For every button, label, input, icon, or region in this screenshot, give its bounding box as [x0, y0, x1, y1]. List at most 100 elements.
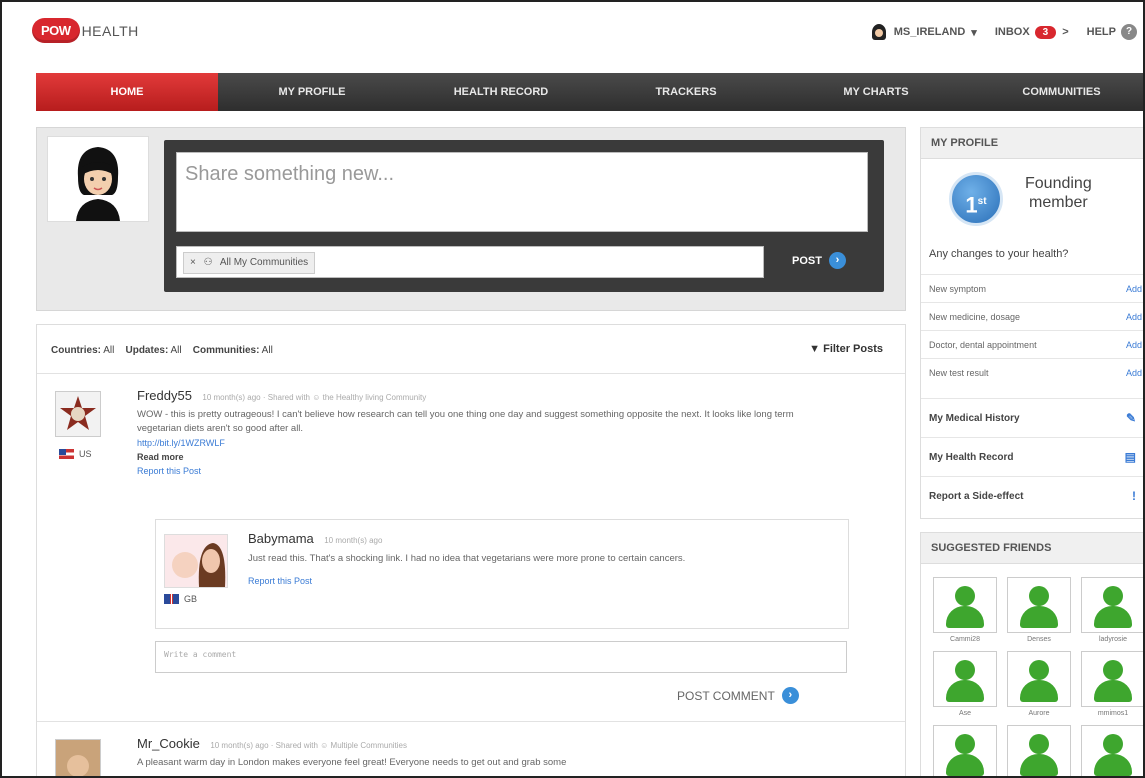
man-photo-icon — [56, 740, 100, 776]
post-author-avatar[interactable] — [55, 739, 101, 776]
updates-filter-label: Updates: — [125, 345, 169, 356]
friend-card[interactable] — [1005, 725, 1073, 776]
friend-card[interactable]: mmimos1 — [1079, 651, 1143, 717]
friend-name: ladyrosie — [1098, 636, 1127, 643]
friend-card[interactable]: Cammi28 — [931, 577, 999, 643]
nav-my-charts[interactable]: MY CHARTS — [776, 73, 976, 111]
row-label: New medicine, dosage — [929, 312, 1021, 322]
arrow-right-icon: › — [781, 687, 799, 704]
nav-my-profile[interactable]: MY PROFILE — [218, 73, 406, 111]
close-icon[interactable]: × — [190, 257, 196, 268]
author-country: US — [59, 449, 92, 459]
nav-trackers[interactable]: TRACKERS — [596, 73, 776, 111]
help-label: HELP — [1086, 26, 1116, 38]
communities-filter-value[interactable]: All — [262, 345, 273, 356]
health-change-row: Doctor, dental appointment Add — [921, 330, 1143, 359]
person-icon — [933, 577, 997, 633]
friend-card[interactable] — [931, 725, 999, 776]
friend-card[interactable]: Ase — [931, 651, 999, 717]
pencil-icon: ✎ — [1125, 411, 1136, 425]
health-change-row: New test result Add — [921, 358, 1143, 387]
arrow-right-icon: › — [828, 252, 846, 269]
post-author-avatar[interactable] — [55, 391, 101, 437]
inbox-label: INBOX — [994, 26, 1030, 38]
avatar — [47, 136, 149, 222]
post-author[interactable]: Freddy55 — [137, 388, 192, 403]
read-more-link[interactable]: Read more — [137, 452, 837, 462]
post-item: Mr_Cookie 10 month(s) ago · Shared with … — [55, 735, 885, 776]
country-code: GB — [184, 594, 198, 604]
reply-meta: 10 month(s) ago — [324, 536, 383, 545]
filter-posts-label: Filter Posts — [823, 343, 883, 355]
person-icon — [1007, 651, 1071, 707]
friend-name: Cammi28 — [950, 636, 980, 643]
divider — [37, 721, 905, 722]
logo-text: HEALTH — [81, 22, 139, 39]
friend-name: mmimos1 — [1097, 710, 1129, 717]
community-chip[interactable]: × ⚇ All My Communities — [183, 252, 316, 274]
friend-card[interactable]: ladyrosie — [1079, 577, 1143, 643]
person-icon — [1007, 577, 1071, 633]
share-input[interactable]: Share something new... — [176, 152, 868, 232]
medal-rank: 1 — [965, 192, 978, 218]
add-link[interactable]: Add — [1126, 331, 1142, 359]
friend-card[interactable]: Aurore — [1005, 651, 1073, 717]
top-header: POW HEALTH MS_IRELAND ▾ INBOX 3 > HELP ? — [2, 2, 1143, 68]
add-link[interactable]: Add — [1126, 303, 1142, 331]
report-side-effect-link[interactable]: Report a Side-effect ! — [921, 476, 1143, 515]
countries-filter-value[interactable]: All — [103, 345, 114, 356]
health-change-row: New symptom Add — [921, 274, 1143, 303]
user-menu[interactable]: MS_IRELAND ▾ — [871, 24, 977, 40]
medical-history-link[interactable]: My Medical History ✎ — [921, 398, 1143, 437]
post-author[interactable]: Mr_Cookie — [137, 736, 200, 751]
post-text: A pleasant warm day in London makes ever… — [137, 757, 567, 768]
inbox-link[interactable]: INBOX 3 > — [994, 25, 1069, 39]
community-icon: ⚇ — [203, 257, 213, 268]
nav-home[interactable]: HOME — [36, 73, 218, 111]
friend-card[interactable] — [1079, 725, 1143, 776]
user-avatar-icon — [871, 24, 886, 40]
post-comment-button[interactable]: POST COMMENT › — [677, 687, 799, 704]
row-label: New test result — [929, 368, 989, 378]
inbox-count-badge: 3 — [1034, 25, 1057, 39]
post-text: WOW - this is pretty outrageous! I can't… — [137, 409, 794, 434]
nav-health-record[interactable]: HEALTH RECORD — [406, 73, 596, 111]
country-code: US — [79, 449, 92, 459]
avatar[interactable] — [164, 534, 228, 588]
add-link[interactable]: Add — [1126, 359, 1142, 387]
post-label: POST — [792, 254, 822, 267]
help-link[interactable]: HELP ? — [1087, 24, 1137, 40]
username: MS_IRELAND — [893, 26, 966, 38]
post-button[interactable]: POST › — [792, 252, 846, 269]
report-post-link[interactable]: Report this Post — [248, 576, 828, 586]
updates-filter-value[interactable]: All — [171, 345, 182, 356]
chevron-right-icon: > — [1062, 26, 1069, 38]
friend-card[interactable]: Denses — [1005, 577, 1073, 643]
comment-input[interactable]: Write a comment — [155, 641, 847, 673]
filter-posts-button[interactable]: ▼ Filter Posts — [809, 343, 883, 355]
person-icon — [1081, 725, 1143, 776]
reply-country: GB — [164, 594, 197, 604]
my-profile-panel: MY PROFILE 1st Founding member Any chang… — [920, 127, 1143, 519]
health-record-link[interactable]: My Health Record ▤ — [921, 437, 1143, 476]
community-selector[interactable]: × ⚇ All My Communities — [176, 246, 764, 278]
medal-suffix: st — [977, 196, 987, 207]
app-window: POW HEALTH MS_IRELAND ▾ INBOX 3 > HELP ?… — [0, 0, 1145, 778]
reply-author[interactable]: Babymama — [248, 531, 314, 546]
report-post-link[interactable]: Report this Post — [137, 466, 837, 476]
link-label: Report a Side-effect — [929, 491, 1024, 502]
row-label: New symptom — [929, 284, 987, 294]
nav-communities[interactable]: COMMUNITIES — [976, 73, 1143, 111]
divider — [37, 373, 905, 374]
logo[interactable]: POW HEALTH — [32, 18, 139, 43]
person-icon — [1081, 577, 1143, 633]
panel-title: MY PROFILE — [921, 128, 1143, 159]
gb-flag-icon — [164, 594, 179, 604]
document-icon: ▤ — [1124, 450, 1136, 464]
user-portrait-icon — [76, 147, 120, 221]
link-label: My Health Record — [929, 452, 1014, 463]
add-link[interactable]: Add — [1126, 275, 1142, 303]
post-link[interactable]: http://bit.ly/1WZRWLF — [137, 438, 837, 448]
person-icon — [1081, 651, 1143, 707]
founding-medal-icon: 1st — [949, 172, 1003, 226]
